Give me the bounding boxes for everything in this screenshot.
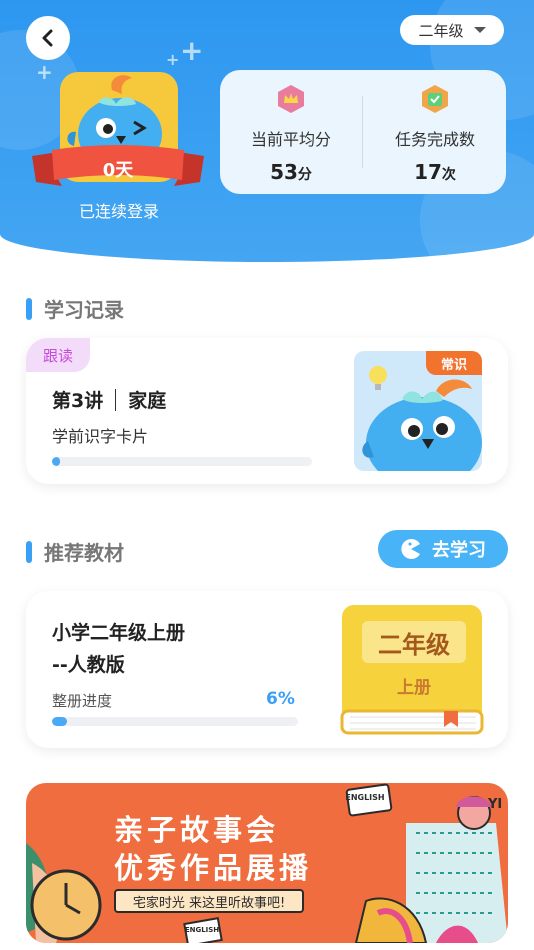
- plus-decor-icon: +: [36, 60, 53, 84]
- lesson-topic: 家庭: [128, 390, 167, 412]
- cover-volume: 上册: [397, 678, 431, 698]
- grade-select-value: 二年级: [418, 21, 464, 40]
- textbook-cover: 二年级 上册: [340, 603, 484, 735]
- study-record-card[interactable]: 跟读 第3讲 家庭 学前识字卡片 常识: [26, 338, 508, 484]
- lesson-subtitle: 学前识字卡片: [52, 427, 149, 446]
- stat-label: 当前平均分: [250, 130, 331, 149]
- category-tag: 常识: [426, 351, 482, 375]
- stat-task-count: 任务完成数 17次: [364, 70, 506, 194]
- go-study-label: 去学习: [432, 540, 486, 561]
- streak-count: 0天: [102, 160, 134, 181]
- lesson-title: 第3讲 家庭: [52, 386, 166, 413]
- textbook-title-line: 小学二年级上册: [52, 622, 186, 644]
- chevron-left-icon: [42, 29, 53, 47]
- story-event-banner[interactable]: ENGLISH ENGLISH YI 亲子故事会 优秀作品展播 宅家时光 来这里…: [26, 783, 508, 943]
- section-title-text: 学习记录: [44, 298, 124, 322]
- section-title-study-record: 学习记录: [26, 294, 124, 323]
- progress-fill: [52, 457, 60, 466]
- divider: [115, 388, 117, 411]
- english-book-text: ENGLISH: [184, 926, 220, 934]
- pacman-icon: [401, 539, 420, 559]
- plus-decor-icon: +: [166, 50, 180, 69]
- section-accent-bar: [26, 540, 32, 563]
- banner-title-line1: 亲子故事会: [114, 813, 280, 847]
- follow-read-tag: 跟读: [26, 338, 90, 372]
- section-title-recommend: 推荐教材: [26, 537, 124, 566]
- english-sign-text: ENGLISH: [345, 793, 385, 802]
- book-icon: [340, 605, 484, 735]
- lesson-thumbnail: 常识: [354, 351, 482, 471]
- progress-label: 整册进度: [52, 692, 113, 710]
- progress-percent: 6%: [266, 689, 295, 709]
- textbook-title: 小学二年级上册 --人教版: [52, 617, 185, 681]
- banner-corner-text: YI: [488, 797, 503, 812]
- lesson-number: 第3讲: [52, 390, 104, 412]
- textbook-title-line: --人教版: [52, 654, 125, 676]
- textbook-card[interactable]: 小学二年级上册 --人教版 整册进度 6% 二年级 上册: [26, 591, 508, 748]
- plus-decor-icon: +: [180, 34, 204, 67]
- task-check-badge-icon: [422, 85, 448, 113]
- stats-card: 当前平均分 53分 任务完成数 17次: [220, 70, 506, 194]
- stat-average-score: 当前平均分 53分: [220, 70, 362, 194]
- lesson-progress-bar: [52, 457, 312, 466]
- progress-fill: [52, 717, 67, 726]
- stat-value: 17次: [414, 160, 456, 184]
- stat-value: 53分: [270, 160, 312, 184]
- grade-select[interactable]: 二年级: [400, 15, 504, 45]
- caret-down-icon: [473, 27, 486, 33]
- cover-grade: 二年级: [378, 631, 450, 659]
- go-study-button[interactable]: 去学习: [378, 530, 508, 568]
- streak-label: 已连续登录: [78, 202, 159, 221]
- divider: [362, 96, 363, 168]
- section-accent-bar: [26, 297, 32, 320]
- textbook-progress-bar: [52, 717, 298, 726]
- section-title-text: 推荐教材: [44, 541, 124, 565]
- banner-title-line2: 优秀作品展播: [114, 851, 313, 885]
- stat-label: 任务完成数: [394, 130, 475, 149]
- crown-badge-icon: [278, 85, 304, 113]
- back-button[interactable]: [26, 16, 70, 60]
- banner-subtitle: 宅家时光 来这里听故事吧!: [114, 889, 304, 913]
